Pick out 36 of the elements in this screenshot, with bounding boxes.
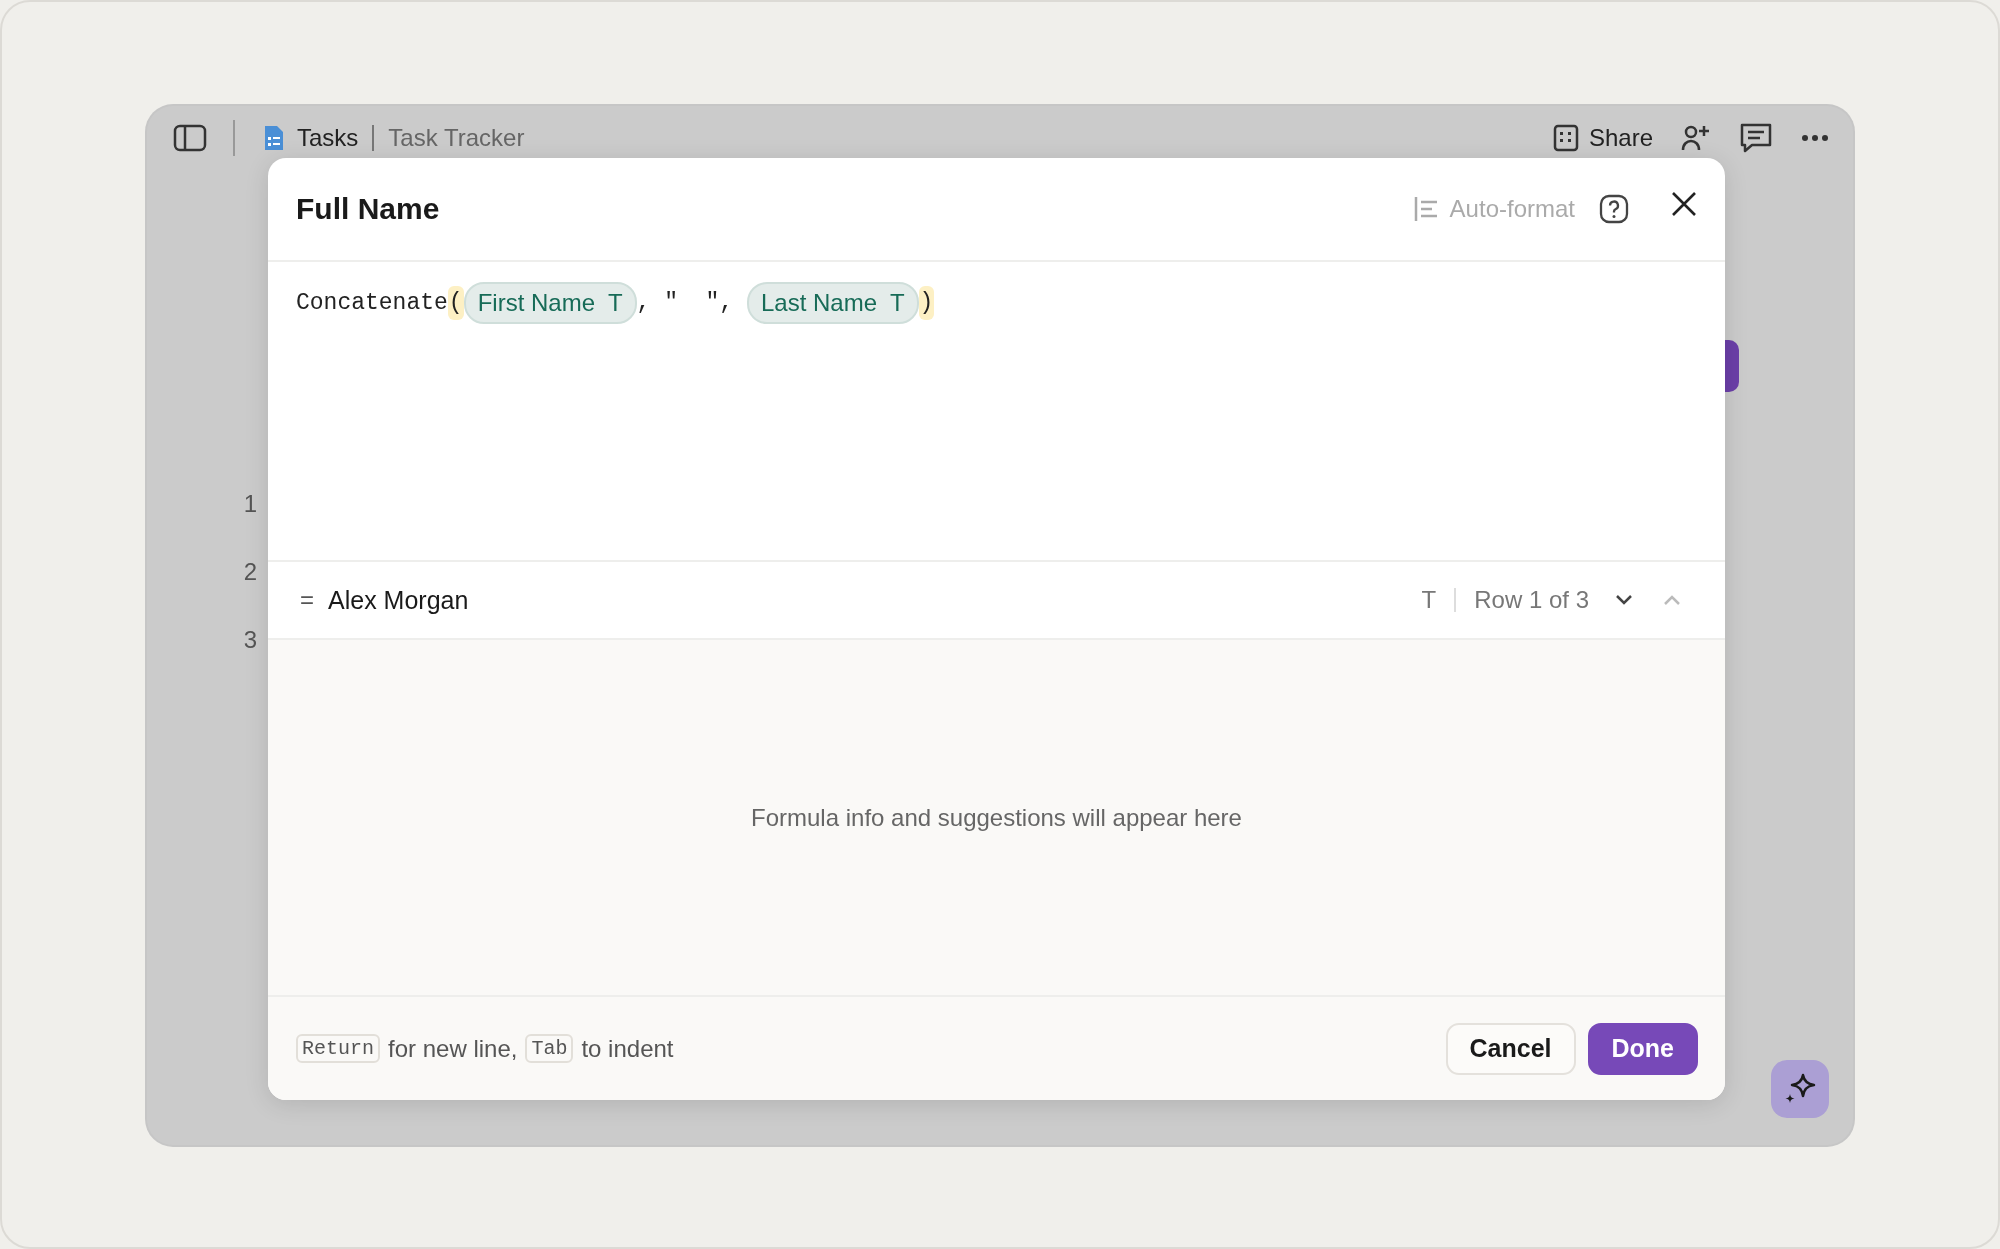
- formula-code: Concatenate: [296, 290, 448, 316]
- empty-state-message: Formula info and suggestions will appear here: [751, 803, 1242, 832]
- row-number: 3: [243, 626, 257, 654]
- building-icon: [1552, 124, 1579, 152]
- chevron-down-icon: [1615, 594, 1633, 606]
- align-left-icon: [1413, 196, 1440, 222]
- chevron-up-icon: [1663, 594, 1681, 606]
- field-token[interactable]: First Name T: [463, 282, 637, 324]
- dialog-title: Full Name: [296, 192, 440, 226]
- close-icon[interactable]: [1671, 191, 1697, 217]
- done-button[interactable]: Done: [1587, 1022, 1698, 1075]
- equals-sign: =: [300, 586, 314, 614]
- result-value: Alex Morgan: [328, 585, 469, 615]
- hint-text: for new line,: [388, 1034, 518, 1063]
- row-counter: Row 1 of 3: [1474, 586, 1589, 614]
- document-icon: [263, 124, 285, 152]
- share-button[interactable]: Share: [1552, 124, 1653, 152]
- cancel-button[interactable]: Cancel: [1445, 1022, 1576, 1075]
- highlighted-parenthesis: ): [918, 286, 935, 320]
- highlighted-parenthesis: (: [447, 286, 464, 320]
- sidebar-toggle-icon[interactable]: [173, 124, 207, 152]
- breadcrumb-link[interactable]: Task Tracker: [388, 124, 525, 152]
- hint-text: to indent: [581, 1034, 674, 1063]
- formula-code: , " ",: [636, 290, 735, 316]
- comment-icon[interactable]: [1739, 122, 1773, 154]
- field-token[interactable]: Last Name T: [746, 282, 919, 324]
- breadcrumb-link[interactable]: Tasks: [297, 124, 359, 152]
- key-hint: Return: [296, 1034, 380, 1063]
- more-icon[interactable]: [1801, 134, 1829, 142]
- ai-assistant-button[interactable]: [1771, 1060, 1829, 1118]
- row-number: 1: [243, 490, 257, 518]
- row-number: 2: [243, 558, 257, 586]
- help-icon[interactable]: [1599, 194, 1629, 224]
- add-person-icon[interactable]: [1681, 124, 1711, 152]
- type-indicator: T: [1421, 586, 1437, 614]
- key-hint: Tab: [525, 1034, 574, 1063]
